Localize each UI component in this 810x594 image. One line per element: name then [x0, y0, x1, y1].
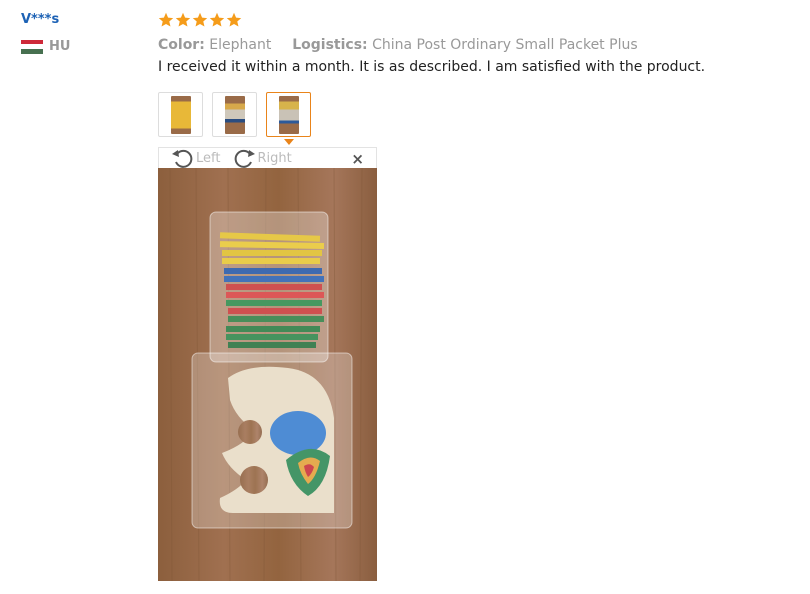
- star-icon: [175, 12, 191, 27]
- rotate-right-icon: [235, 149, 256, 168]
- color-label: Color:: [158, 37, 205, 53]
- thumbnail-3[interactable]: [266, 92, 311, 145]
- thumbnail-image: [224, 95, 245, 134]
- country-code: HU: [49, 39, 71, 54]
- selected-indicator: [283, 139, 294, 145]
- star-icon: [209, 12, 225, 27]
- rotate-left-label: Left: [196, 150, 221, 166]
- hungary-flag-icon: [21, 39, 43, 54]
- rotate-right-button[interactable]: Right: [232, 148, 292, 168]
- viewer-toolbar: Left Right ×: [158, 147, 377, 168]
- review-body: Color: Elephant Logistics: China Post Or…: [158, 10, 788, 75]
- star-rating: [158, 10, 788, 30]
- star-icon: [226, 12, 242, 27]
- star-icon: [192, 12, 208, 27]
- reviewer-country: HU: [21, 39, 141, 54]
- rotate-left-button[interactable]: Left: [171, 148, 220, 168]
- photo-viewer: Left Right ×: [158, 147, 377, 581]
- logistics-label: Logistics:: [292, 37, 368, 53]
- review-photo: [158, 168, 377, 581]
- thumbnail-image: [278, 95, 299, 134]
- star-icon: [158, 12, 174, 27]
- thumbnail-1[interactable]: [158, 92, 203, 137]
- reviewer-name: V***s: [21, 12, 60, 27]
- logistics-value: China Post Ordinary Small Packet Plus: [372, 37, 638, 53]
- color-value: Elephant: [209, 37, 272, 53]
- rotate-right-label: Right: [257, 150, 292, 166]
- review-text: I received it within a month. It is as d…: [158, 59, 706, 75]
- thumbnail-2[interactable]: [212, 92, 257, 137]
- close-icon[interactable]: ×: [351, 150, 364, 168]
- review-photo-thumbnails: [158, 92, 311, 145]
- thumbnail-image: [170, 95, 191, 134]
- rotate-left-icon: [172, 149, 193, 168]
- review-attributes: Color: Elephant Logistics: China Post Or…: [158, 37, 788, 53]
- reviewer-info: V***s HU: [21, 12, 141, 54]
